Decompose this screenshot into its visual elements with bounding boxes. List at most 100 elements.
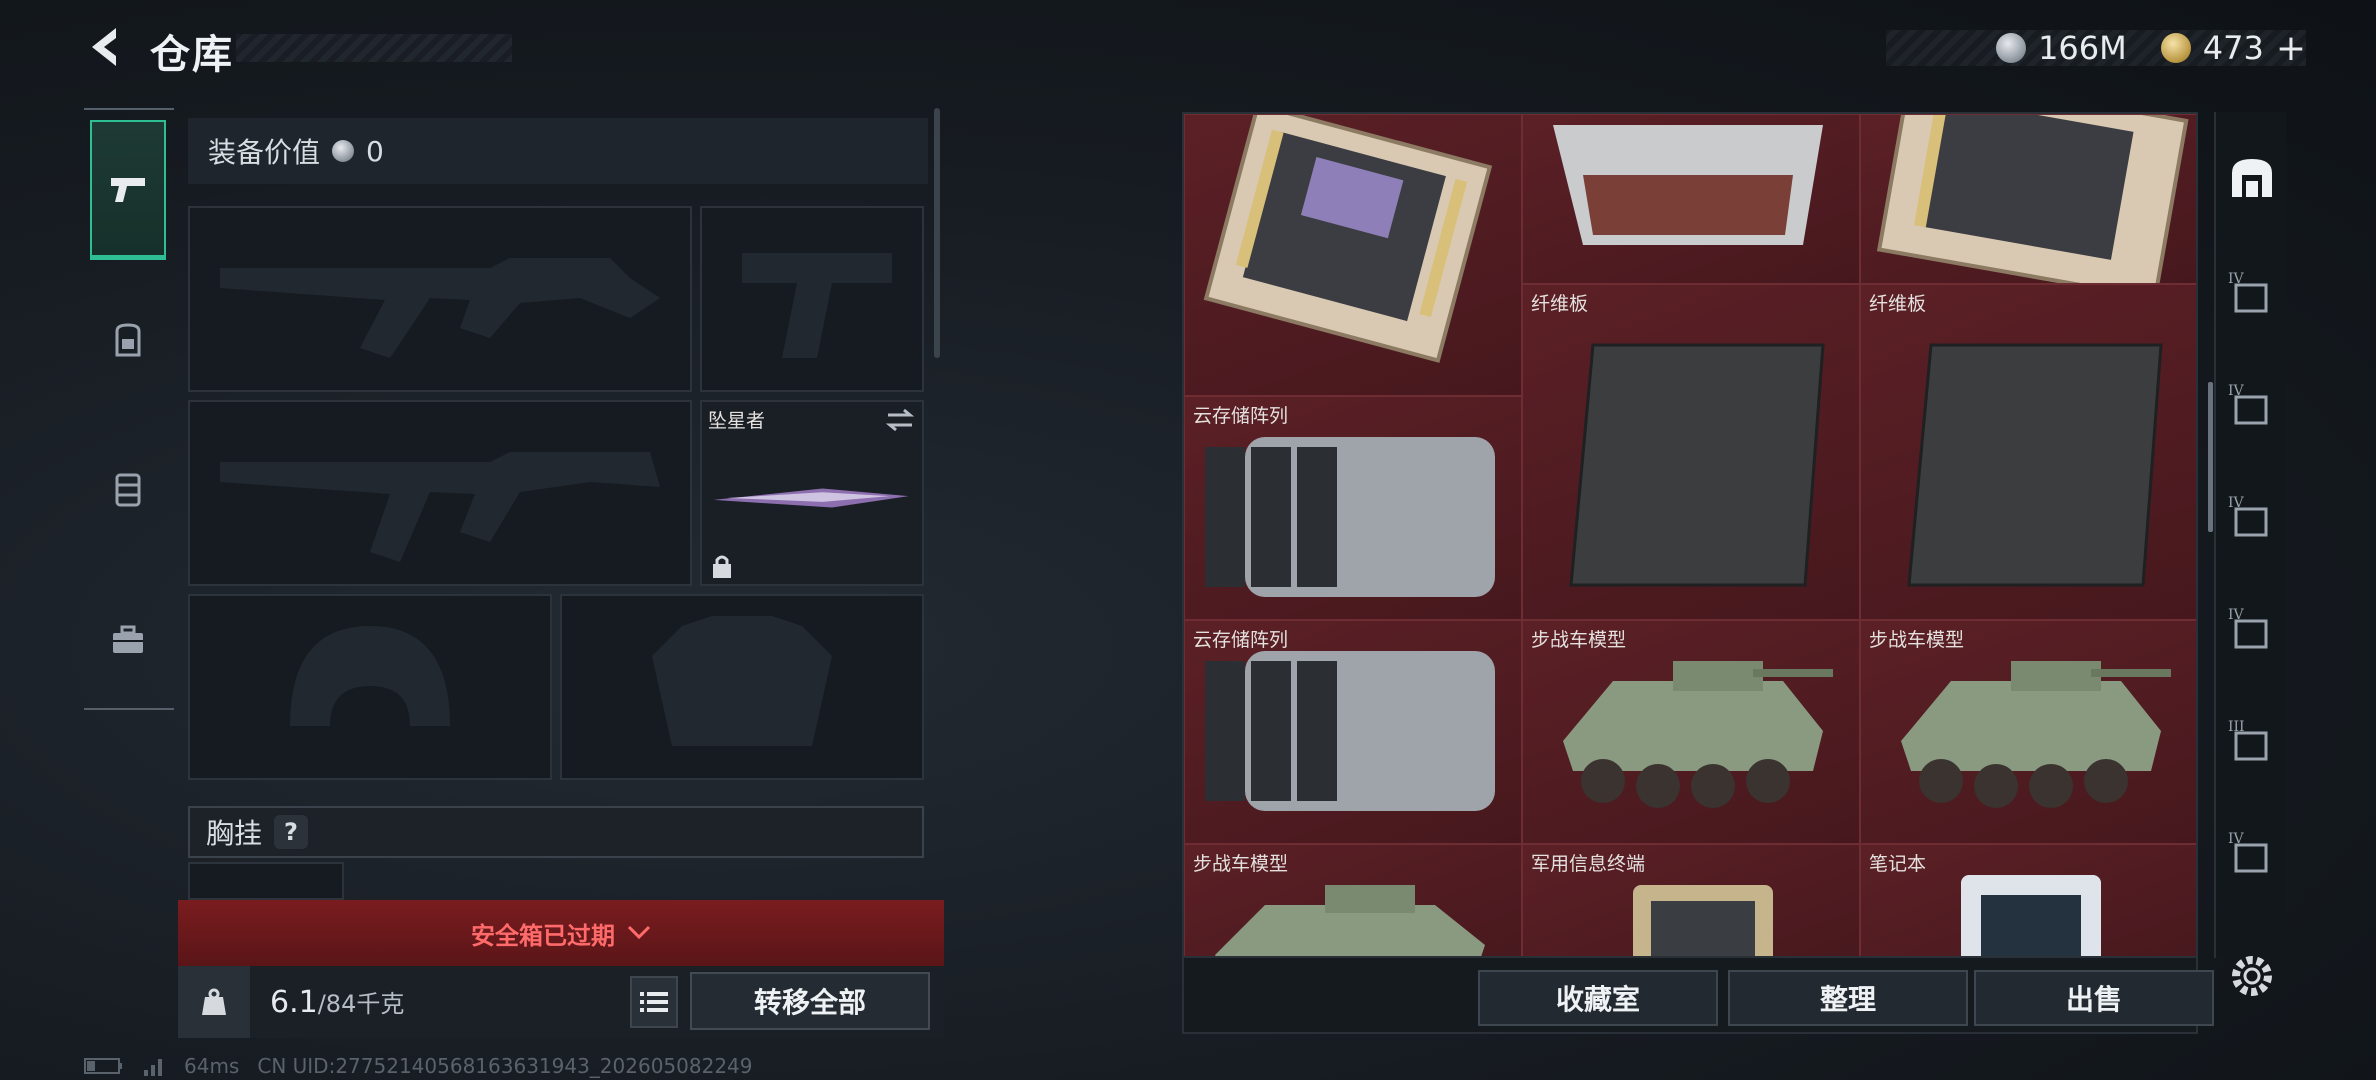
transfer-all-button[interactable]: 转移全部 — [690, 972, 930, 1030]
tier-box-icon: III — [2228, 719, 2268, 761]
tier-box-icon: IV — [2228, 383, 2268, 425]
silver-amount: 166M — [2038, 29, 2127, 67]
storage-array-icon — [1205, 651, 1495, 811]
list-icon — [640, 992, 668, 1012]
weight-max: /84千克 — [317, 990, 405, 1018]
armored-vehicle-icon — [1563, 661, 1833, 808]
storage-actions: 收藏室 整理 出售 — [1182, 958, 2214, 1034]
nav-weapons[interactable] — [90, 120, 166, 260]
battery-icon — [84, 1058, 122, 1074]
collection-room-button[interactable]: 收藏室 — [1478, 970, 1718, 1026]
sell-button[interactable]: 出售 — [1974, 970, 2214, 1026]
add-gold-button[interactable]: + — [2276, 28, 2306, 69]
circuit-board-icon — [1203, 115, 1493, 363]
storage-array-icon — [1205, 437, 1495, 597]
nav-backpack[interactable] — [90, 270, 166, 410]
server-plate-icon — [1553, 125, 1823, 245]
gold-amount: 473 — [2202, 29, 2264, 67]
signal-icon — [144, 1059, 162, 1076]
melee-item-name: 坠星者 — [708, 410, 766, 432]
melee-slot[interactable]: 坠星者 — [700, 400, 924, 586]
chevron-down-icon — [627, 925, 651, 940]
weight-current: 6.1 — [270, 985, 318, 1020]
tab-storage-iv-2[interactable]: IV — [2222, 350, 2282, 460]
safebox-expired-banner[interactable]: 安全箱已过期 — [178, 900, 944, 966]
briefcase-icon — [113, 625, 143, 653]
swap-icon[interactable] — [882, 406, 918, 434]
tab-storage-iv-5[interactable]: IV — [2222, 798, 2282, 908]
currency-bar: 166M 473 + — [1886, 28, 2306, 69]
primary-weapon-slot[interactable] — [188, 206, 692, 392]
storage-item-cloud-array-2[interactable]: 云存储阵列 — [1184, 620, 1522, 844]
weight-readout: 6.1/84千克 — [270, 984, 404, 1020]
list-view-button[interactable] — [630, 976, 678, 1028]
storage-item-notebook[interactable]: 笔记本 — [1860, 844, 2196, 956]
gear-icon — [2232, 956, 2272, 996]
equipment-panel: 装备价值 0 坠星者 胸挂 ? 安全箱已过期 — [178, 108, 944, 1038]
storage-grid: 纤维板 纤维板 云存储阵列 云存储阵列 步战车模型 步战车模型 步战车模型 军用… — [1182, 112, 2198, 958]
safebox-status: 安全箱已过期 — [471, 921, 615, 950]
organize-button[interactable]: 整理 — [1728, 970, 1968, 1026]
storage-item-cpu-board-2[interactable] — [1860, 114, 2196, 284]
fiberboard-icon — [1569, 343, 1825, 587]
terminal-icon — [1633, 885, 1773, 956]
tier-box-icon: IV — [2228, 607, 2268, 649]
chest-rig-label: 胸挂 — [206, 817, 263, 850]
chest-rig-help-button[interactable]: ? — [274, 815, 309, 849]
lock-icon — [713, 555, 731, 578]
tab-warehouse-main[interactable] — [2222, 122, 2282, 232]
storage-tabs-scrollbar[interactable] — [2208, 382, 2213, 532]
armor-slot[interactable] — [560, 594, 924, 780]
equipment-value-label: 装备价值 — [208, 136, 321, 169]
rifle-silhouette-icon — [220, 258, 660, 358]
chest-rig-row: 胸挂 ? — [188, 806, 924, 858]
equipment-scrollbar[interactable] — [934, 108, 940, 358]
storage-item-cpu-board[interactable] — [1184, 114, 1522, 396]
back-button[interactable] — [80, 22, 130, 72]
nav-vest[interactable] — [90, 420, 166, 560]
rifle-silhouette-icon — [220, 452, 660, 562]
settings-button[interactable] — [2226, 950, 2278, 1002]
storage-item-server-plate[interactable] — [1522, 114, 1860, 284]
silver-coin-icon — [1996, 33, 2027, 63]
inventory-weight-bar: 6.1/84千克 转移全部 — [178, 966, 944, 1038]
tab-storage-iii[interactable]: III — [2222, 686, 2282, 796]
title-decoration — [236, 34, 512, 62]
storage-tabs: IV IV IV IV III IV — [2208, 112, 2286, 958]
helmet-slot[interactable] — [188, 594, 552, 780]
tab-storage-iv-4[interactable]: IV — [2222, 574, 2282, 684]
tier-box-icon: IV — [2228, 271, 2268, 313]
storage-item-ifv-model-2[interactable]: 步战车模型 — [1860, 620, 2196, 844]
page-title: 仓库 — [150, 32, 234, 78]
chest-rig-slot[interactable] — [188, 862, 344, 900]
ping-value: 64ms — [184, 1054, 240, 1078]
tier-box-icon: IV — [2228, 495, 2268, 537]
pistol-silhouette-icon — [742, 253, 892, 358]
weight-icon — [178, 966, 250, 1038]
circuit-board-icon — [1876, 115, 2189, 283]
secondary-weapon-slot[interactable] — [188, 400, 692, 586]
tab-storage-iv-3[interactable]: IV — [2222, 462, 2282, 572]
star-knife-icon — [713, 488, 909, 508]
nav-case[interactable] — [90, 570, 166, 710]
storage-item-fiberboard-2[interactable]: 纤维板 — [1860, 284, 2196, 620]
sidearm-slot[interactable] — [700, 206, 924, 392]
silver-coin-icon — [332, 140, 355, 162]
storage-item-fiberboard-1[interactable]: 纤维板 — [1522, 284, 1860, 620]
storage-item-ifv-model-3[interactable]: 步战车模型 — [1184, 844, 1522, 956]
storage-item-military-terminal[interactable]: 军用信息终端 — [1522, 844, 1860, 956]
warehouse-icon — [2232, 159, 2272, 197]
storage-item-ifv-model-1[interactable]: 步战车模型 — [1522, 620, 1860, 844]
equipment-category-nav — [84, 108, 174, 710]
storage-item-cloud-array-1[interactable]: 云存储阵列 — [1184, 396, 1522, 620]
status-line: 64ms CN UID:27752140568163631943_2026050… — [84, 1054, 753, 1078]
tab-storage-iv-1[interactable]: IV — [2222, 238, 2282, 348]
armor-silhouette-icon — [652, 616, 832, 746]
armored-vehicle-icon — [1215, 885, 1485, 956]
equipment-value: 0 — [366, 134, 384, 168]
back-arrow-icon — [92, 28, 116, 66]
gold-coin-icon — [2160, 33, 2191, 63]
notebook-icon — [1961, 875, 2101, 956]
equipment-value-row: 装备价值 0 — [188, 118, 928, 184]
vest-icon — [115, 473, 141, 507]
